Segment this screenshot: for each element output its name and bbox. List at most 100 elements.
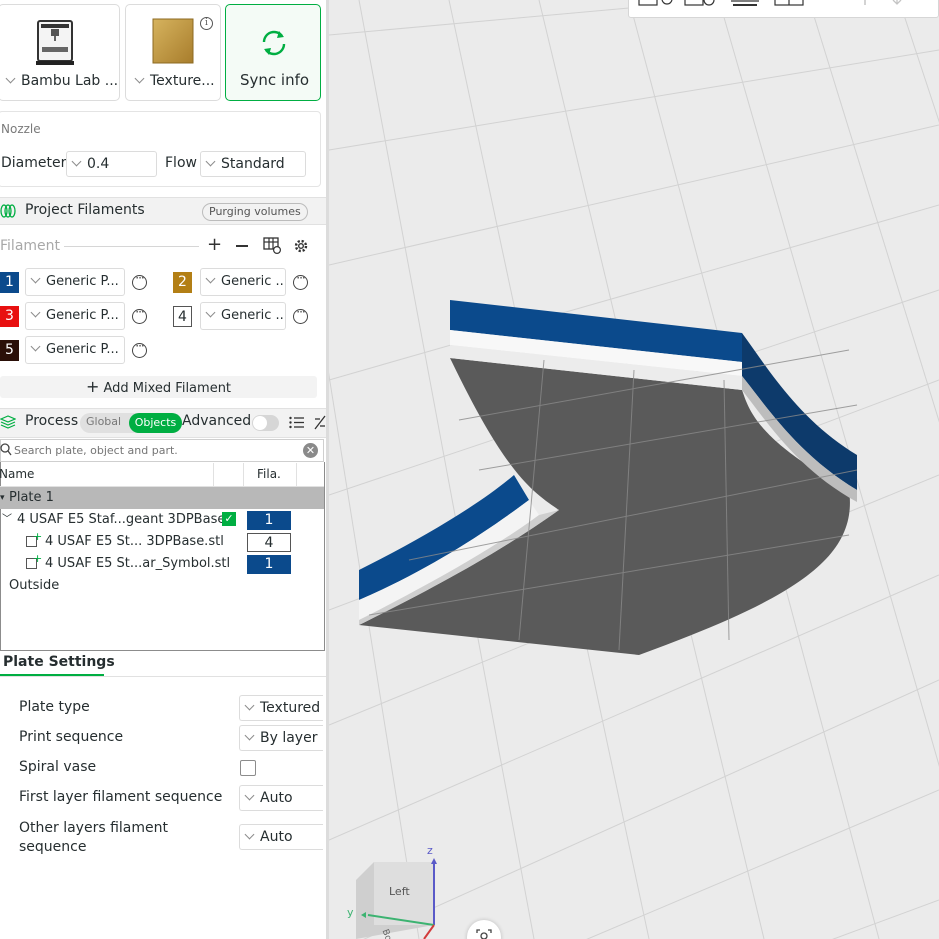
plate-type-select[interactable]: Textured [239, 695, 323, 721]
object-row[interactable]: ﹀ 4 USAF E5 Staf...geant 3DPBase ✓ 1 [0, 509, 324, 531]
chevron-down-icon [244, 829, 255, 840]
filament-spool-icon [0, 204, 16, 218]
flow-label: Flow [165, 155, 197, 171]
print-sequence-select[interactable]: By layer [239, 725, 323, 751]
object-name: 4 USAF E5 Staf...geant 3DPBase [17, 512, 226, 527]
diameter-value: 0.4 [87, 156, 110, 172]
filament-1-more-icon[interactable] [132, 271, 147, 290]
part-plus-icon: + [33, 552, 43, 565]
chevron-down-icon [30, 273, 41, 284]
layers-icon [0, 415, 16, 429]
model-3d[interactable] [329, 0, 939, 939]
first-layer-sequence-value: Auto [260, 790, 293, 806]
chevron-down-icon [30, 307, 41, 318]
other-layers-sequence-select[interactable]: Auto [239, 824, 323, 850]
process-title: Process [25, 413, 79, 429]
search-icon [0, 443, 12, 456]
outside-row[interactable]: Outside [0, 575, 324, 597]
part-row[interactable]: + 4 USAF E5 St...ar_Symbol.stl 1 [0, 552, 324, 575]
tree-col-fila: Fila. [257, 467, 281, 481]
object-fila[interactable]: 1 [247, 511, 291, 530]
flow-select[interactable]: Standard [200, 151, 306, 177]
plate-type-label: Plate type [19, 699, 90, 715]
purging-volumes-button[interactable]: Purging volumes [202, 203, 308, 221]
gear-icon[interactable] [293, 238, 309, 254]
object-checkbox[interactable]: ✓ [222, 512, 236, 526]
other-layers-sequence-value: Auto [260, 829, 293, 845]
tree-col-name: Name [0, 467, 35, 481]
add-mixed-filament-label: Add Mixed Filament [103, 381, 232, 396]
filament-3-more-icon[interactable] [132, 305, 147, 324]
plate-type-card[interactable]: i Texture... [125, 4, 221, 101]
plus-icon: + [85, 377, 100, 396]
global-tab[interactable]: Global [86, 415, 121, 428]
printer-name: Bambu Lab ... [21, 73, 119, 89]
left-sidebar: Bambu Lab ... i Texture... Sync info Noz… [0, 0, 326, 939]
filament-divider [64, 246, 199, 247]
plate-settings-tab[interactable]: Plate Settings [3, 654, 115, 670]
filament-4-swatch[interactable]: 4 [173, 306, 192, 327]
sync-info-button[interactable]: Sync info [225, 4, 321, 101]
remove-filament-icon[interactable] [236, 245, 248, 247]
caret-down-icon: ▾ [0, 493, 5, 503]
spiral-vase-label: Spiral vase [19, 759, 97, 775]
search-input[interactable] [14, 441, 299, 460]
filament-4-select[interactable]: Generic ... [200, 302, 286, 330]
plate-label: Plate 1 [9, 490, 54, 505]
part-fila[interactable]: 1 [247, 555, 291, 574]
filament-2-select[interactable]: Generic ... [200, 268, 286, 296]
nozzle-section-label: Nozzle [1, 122, 41, 136]
filament-5-select[interactable]: Generic P... [25, 336, 125, 364]
filament-1-swatch[interactable]: 1 [0, 272, 19, 293]
diameter-select[interactable]: 0.4 [66, 151, 157, 177]
filament-5-more-icon[interactable] [132, 339, 147, 358]
active-tab-underline [0, 674, 104, 676]
part-row[interactable]: + 4 USAF E5 St... 3DPBase.stl 4 [0, 530, 324, 553]
part-fila[interactable]: 4 [247, 533, 291, 552]
plate-row[interactable]: ▾ Plate 1 [0, 487, 324, 509]
filament-2-swatch[interactable]: 2 [173, 272, 192, 293]
chevron-down-icon [244, 790, 255, 801]
print-sequence-label: Print sequence [19, 729, 124, 745]
filament-4-more-icon[interactable] [293, 305, 308, 324]
chevron-down-icon [71, 156, 82, 167]
diameter-label: Diameter [1, 155, 67, 171]
info-icon[interactable]: i [200, 17, 213, 30]
sync-info-label: Sync info [240, 71, 310, 89]
y-axis-label: y [347, 906, 354, 919]
filament-3-select[interactable]: Generic P... [25, 302, 125, 330]
chevron-down-icon [244, 700, 255, 711]
filament-list-label: Filament [0, 238, 61, 254]
spiral-vase-checkbox[interactable] [240, 760, 256, 776]
first-layer-sequence-select[interactable]: Auto [239, 785, 323, 811]
filament-3-swatch[interactable]: 3 [0, 306, 19, 327]
filament-1-name: Generic P... [46, 274, 119, 289]
plate-type-value: Textured [260, 700, 321, 716]
filaments-title: Project Filaments [25, 202, 145, 218]
first-layer-sequence-label: First layer filament sequence [19, 789, 223, 805]
chevron-down-icon [5, 73, 16, 84]
add-mixed-filament-button[interactable]: + Add Mixed Filament [0, 376, 317, 398]
list-icon[interactable] [289, 416, 304, 429]
z-axis-label: z [427, 844, 433, 857]
advanced-toggle[interactable] [252, 415, 279, 431]
chevron-down-icon [134, 73, 145, 84]
clear-search-icon[interactable]: ✕ [303, 443, 318, 458]
add-filament-icon[interactable]: + [207, 236, 222, 254]
chevron-down-icon [205, 273, 216, 284]
outside-label: Outside [9, 578, 60, 593]
chevron-down-icon [205, 307, 216, 318]
part-name: 4 USAF E5 St...ar_Symbol.stl [45, 556, 231, 571]
filament-2-more-icon[interactable] [293, 271, 308, 290]
filament-1-select[interactable]: Generic P... [25, 268, 125, 296]
3d-viewport[interactable]: Left z y Botto [329, 0, 939, 939]
filament-5-swatch[interactable]: 5 [0, 340, 19, 361]
chevron-down-icon [205, 156, 216, 167]
objects-tab[interactable]: Objects [129, 413, 182, 433]
printer-card[interactable]: Bambu Lab ... [0, 4, 120, 101]
view-cube-face: Left [389, 885, 410, 898]
filament-grid-icon[interactable] [263, 237, 281, 254]
compare-icon[interactable] [314, 415, 326, 430]
chevron-down-icon: ﹀ [2, 514, 12, 525]
other-layers-sequence-label: Other layers filament sequence [19, 820, 168, 855]
